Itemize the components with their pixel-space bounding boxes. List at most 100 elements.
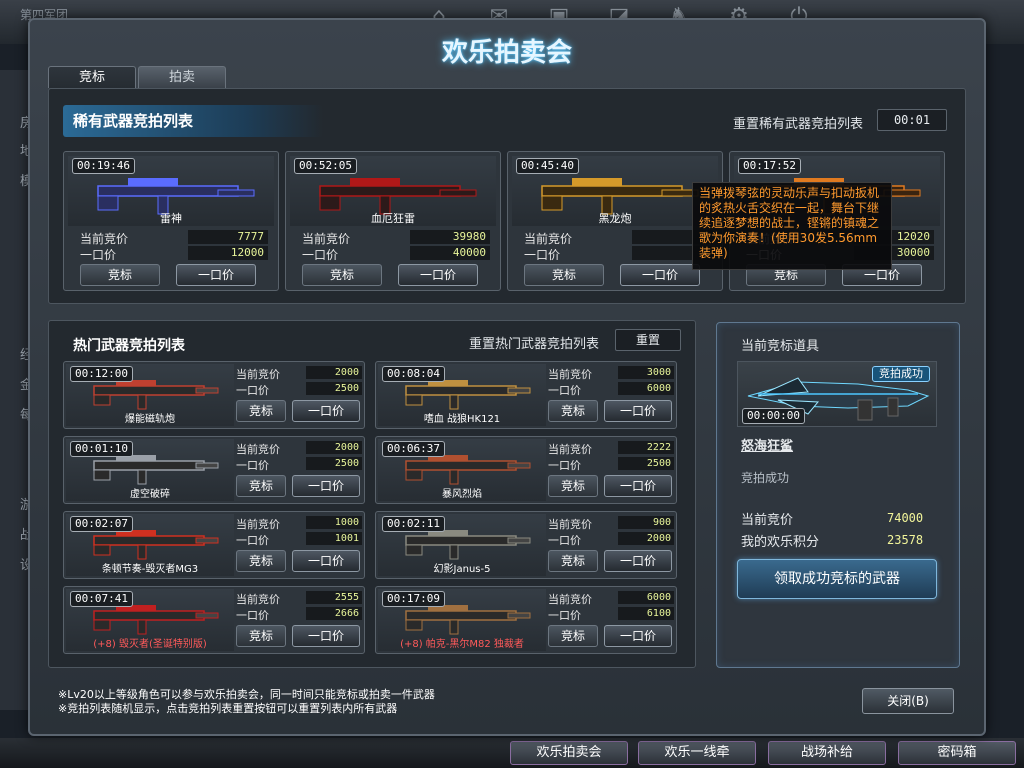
current-price-value: 3000 (618, 366, 674, 379)
bottom-safe-button[interactable]: 密码箱 (898, 741, 1016, 765)
bottom-link-button[interactable]: 欢乐一线牵 (638, 741, 756, 765)
tab-bid[interactable]: 竞标 (48, 66, 136, 88)
auction-timer: 00:02:11 (382, 516, 445, 532)
current-price-row: 当前竞价 6 (524, 230, 712, 246)
bid-button[interactable]: 竞标 (302, 264, 382, 286)
weapon-name: 幻影Janus-5 (433, 564, 491, 575)
buyout-button[interactable]: 一口价 (292, 475, 360, 497)
buyout-button[interactable]: 一口价 (292, 625, 360, 647)
auction-timer: 00:12:00 (70, 366, 133, 382)
weapon-name: 嗜血 战狼HK121 (423, 414, 501, 425)
buyout-button[interactable]: 一口价 (620, 264, 700, 286)
weapon-image: 00:17:09 (+8) 帕克-黑尔M82 独裁者 (378, 589, 546, 651)
buyout-price-value: 6000 (618, 382, 674, 395)
buyout-price-row: 一口价 2500 (548, 457, 674, 472)
current-price-value: 6000 (618, 591, 674, 604)
buyout-button[interactable]: 一口价 (292, 400, 360, 422)
buyout-price-row: 一口价 9 (524, 246, 712, 262)
weapon-image: 00:07:41 (+8) 毁灭者(圣诞特别版) (66, 589, 234, 651)
bid-button[interactable]: 竞标 (236, 550, 286, 572)
weapon-name: 黑龙炮 (598, 212, 632, 225)
buyout-price-value: 2000 (618, 532, 674, 545)
rare-reset-timer-button[interactable]: 00:01 (877, 109, 947, 131)
current-price-label: 当前竞价 (80, 232, 129, 246)
current-item-image: 竞拍成功 00:00:00 (737, 361, 937, 427)
weapon-name: 虚空破碎 (130, 489, 170, 500)
hot-section-title: 热门武器竞拍列表 (73, 338, 185, 354)
buyout-button[interactable]: 一口价 (292, 550, 360, 572)
current-item-status: 竞拍成功 (741, 471, 790, 485)
weapon-image: 00:19:46 雷神 (68, 156, 274, 226)
buyout-button[interactable]: 一口价 (604, 625, 672, 647)
hot-reset-button[interactable]: 重置 (615, 329, 681, 351)
buyout-price-label: 一口价 (548, 534, 581, 547)
weapon-image: 00:06:37 暴风烈焰 (378, 439, 546, 501)
bid-button[interactable]: 竞标 (236, 400, 286, 422)
rare-reset-label: 重置稀有武器竞拍列表 (733, 117, 864, 132)
auction-timer: 00:17:52 (738, 158, 801, 174)
hot-weapon-card: 00:07:41 (+8) 毁灭者(圣诞特别版) 当前竞价 2555 一口价 2… (63, 586, 365, 654)
dialog-title: 欢乐拍卖会 (441, 38, 572, 68)
claim-weapon-button[interactable]: 领取成功竞标的武器 (737, 559, 937, 599)
current-price-row: 当前竞价 2000 (236, 441, 362, 456)
current-price-label: 当前竞价 (548, 443, 592, 456)
current-price-row: 当前竞价 900 (548, 516, 674, 531)
success-badge: 竞拍成功 (872, 366, 930, 382)
buyout-price-row: 一口价 40000 (302, 246, 490, 262)
current-price-row: 当前竞价 1000 (236, 516, 362, 531)
rare-weapon-card: 00:52:05 血厄狂雷 当前竞价 39980 一口价 40000 竞标 一口… (285, 151, 501, 291)
current-price-label: 当前竞价 (548, 368, 592, 381)
current-price-label: 当前竞价 (302, 232, 351, 246)
current-price-row: 当前竞价 2222 (548, 441, 674, 456)
auction-timer: 00:45:40 (516, 158, 579, 174)
weapon-name: (+8) 毁灭者(圣诞特别版) (93, 639, 207, 650)
current-price-row: 当前竞价 7777 (80, 230, 268, 246)
current-price-value: 2555 (306, 591, 362, 604)
buyout-button[interactable]: 一口价 (604, 475, 672, 497)
buyout-button[interactable]: 一口价 (604, 400, 672, 422)
bid-button[interactable]: 竞标 (524, 264, 604, 286)
rare-section-title: 稀有武器竞拍列表 (63, 105, 323, 137)
buyout-price-value: 6100 (618, 607, 674, 620)
buyout-price-row: 一口价 1001 (236, 532, 362, 547)
buyout-button[interactable]: 一口价 (176, 264, 256, 286)
weapon-name: (+8) 帕克-黑尔M82 独裁者 (400, 639, 524, 650)
hot-reset-label: 重置热门武器竞拍列表 (469, 337, 600, 352)
weapon-image: 00:08:04 嗜血 战狼HK121 (378, 364, 546, 426)
bottom-supply-button[interactable]: 战场补给 (768, 741, 886, 765)
weapon-image: 00:12:00 爆能磁轨炮 (66, 364, 234, 426)
buyout-price-label: 一口价 (548, 384, 581, 397)
auction-timer: 00:08:04 (382, 366, 445, 382)
auction-timer: 00:52:05 (294, 158, 357, 174)
buyout-price-label: 一口价 (236, 459, 269, 472)
weapon-image: 00:45:40 黑龙炮 (512, 156, 718, 226)
buyout-button[interactable]: 一口价 (398, 264, 478, 286)
current-item-panel: 当前竞标道具 竞拍成功 00:00:00 怒海狂鲨 竞拍成功 当前竞价 7400… (716, 322, 960, 668)
close-button[interactable]: 关闭(B) (862, 688, 954, 714)
buyout-button[interactable]: 一口价 (604, 550, 672, 572)
auction-timer: 00:02:07 (70, 516, 133, 532)
hot-weapon-card: 00:06:37 暴风烈焰 当前竞价 2222 一口价 2500 竞标 一口价 (375, 436, 677, 504)
buyout-price-label: 一口价 (236, 534, 269, 547)
buyout-price-row: 一口价 2500 (236, 382, 362, 397)
bottom-auction-button[interactable]: 欢乐拍卖会 (510, 741, 628, 765)
tab-auction[interactable]: 拍卖 (138, 66, 226, 88)
bid-button[interactable]: 竞标 (548, 400, 598, 422)
auction-timer: 00:07:41 (70, 591, 133, 607)
current-price-label: 当前竞价 (741, 513, 794, 528)
buyout-price-value: 40000 (410, 246, 490, 260)
buyout-price-value: 12000 (188, 246, 268, 260)
bid-button[interactable]: 竞标 (236, 625, 286, 647)
current-price-label: 当前竞价 (236, 593, 280, 606)
bid-button[interactable]: 竞标 (80, 264, 160, 286)
current-price-row: 当前竞价 6000 (548, 591, 674, 606)
current-price-value: 7777 (188, 230, 268, 244)
current-item-name[interactable]: 怒海狂鲨 (741, 435, 793, 454)
bid-button[interactable]: 竞标 (236, 475, 286, 497)
hot-weapon-card: 00:02:11 幻影Janus-5 当前竞价 900 一口价 2000 竞标 … (375, 511, 677, 579)
current-price-row: 当前竞价 2000 (236, 366, 362, 381)
bid-button[interactable]: 竞标 (548, 550, 598, 572)
current-price-label: 当前竞价 (236, 518, 280, 531)
bid-button[interactable]: 竞标 (548, 475, 598, 497)
bid-button[interactable]: 竞标 (548, 625, 598, 647)
